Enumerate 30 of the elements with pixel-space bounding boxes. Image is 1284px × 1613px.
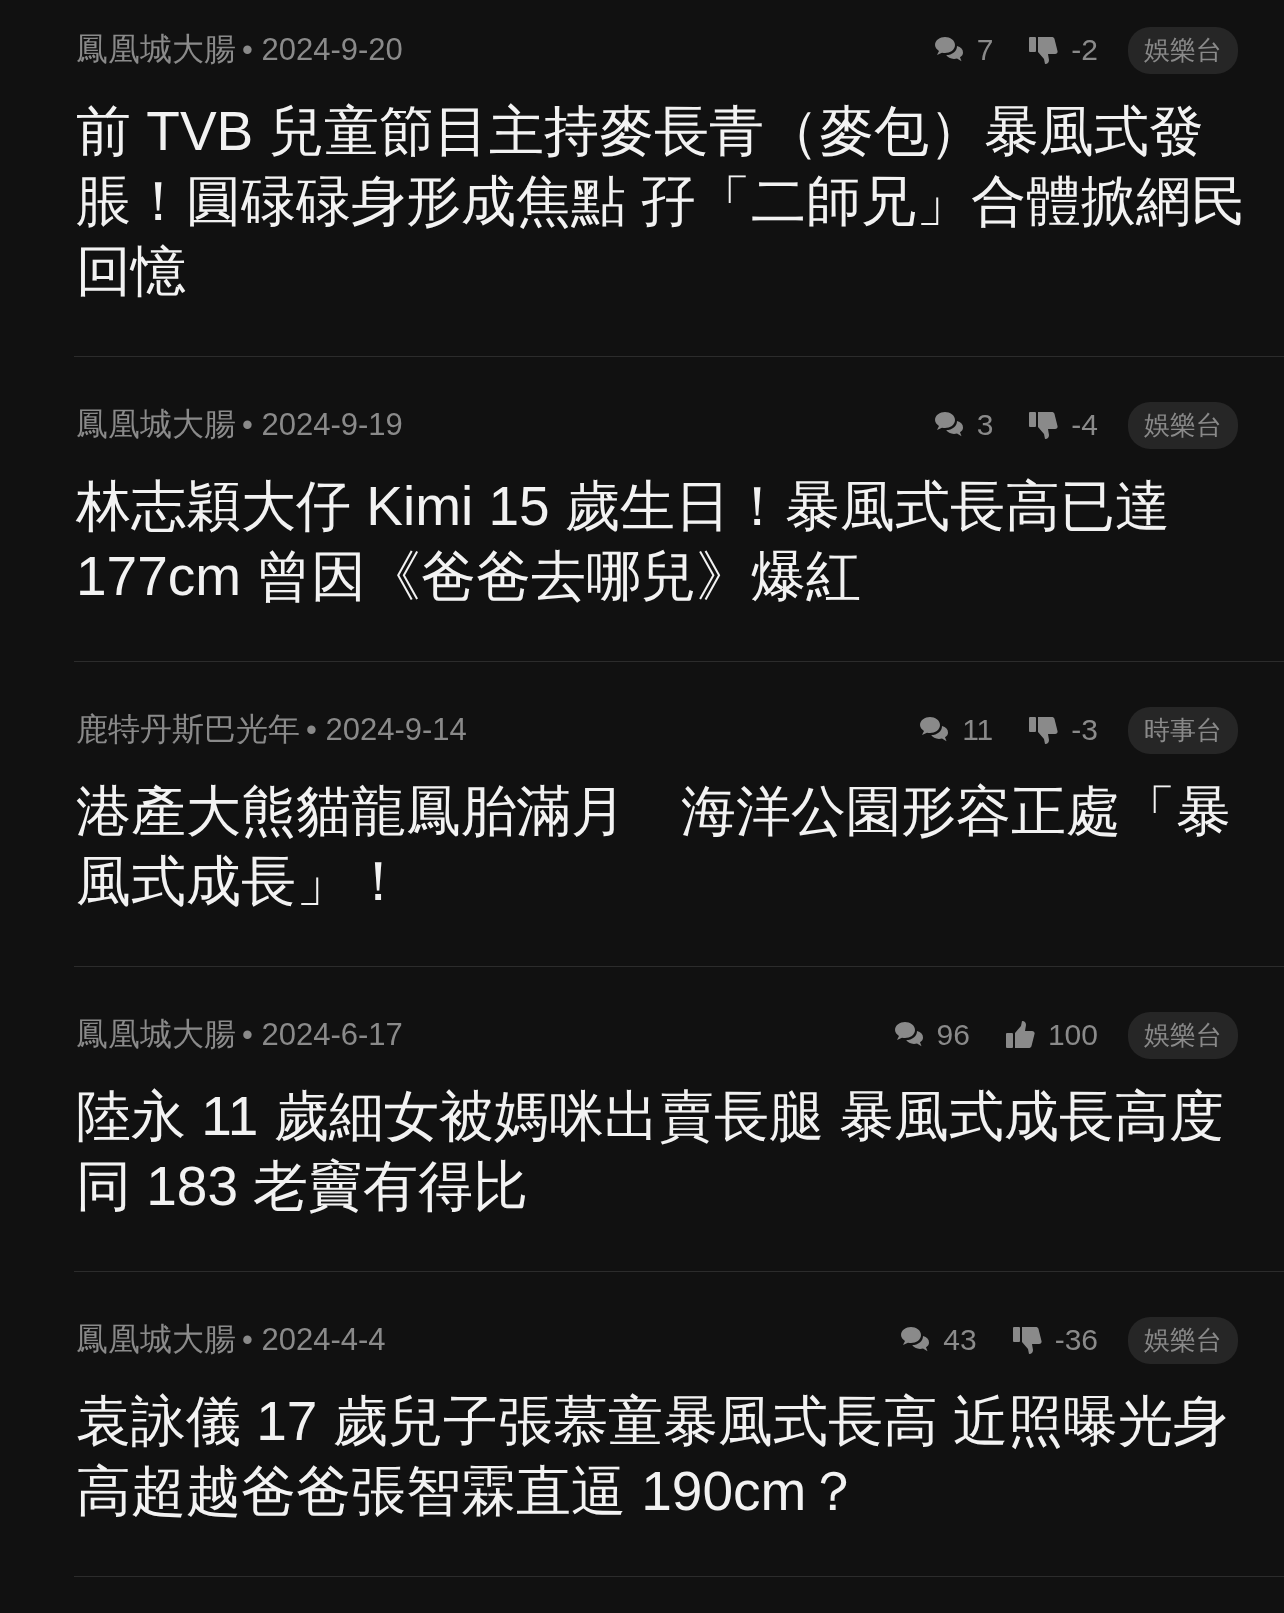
post-date: • 2024-9-14	[306, 712, 467, 748]
author-name[interactable]: 鳳凰城大腸	[76, 403, 236, 447]
category-tag[interactable]: 時事台	[1128, 706, 1238, 754]
comment-count: 7	[976, 33, 994, 67]
post-title[interactable]: 袁詠儀 17 歲兒子張慕童暴風式長高 近照曝光身高超越爸爸張智霖直逼 190cm？	[76, 1386, 1262, 1526]
author-name[interactable]: 鳳凰城大腸	[76, 1318, 236, 1362]
category-tag[interactable]: 娛樂台	[1128, 1316, 1238, 1364]
post-date: • 2024-9-20	[242, 32, 403, 68]
vote-count: -2	[1071, 33, 1098, 67]
category-tag[interactable]: 娛樂台	[1128, 401, 1238, 449]
vote-count: -3	[1071, 713, 1098, 747]
post-date: • 2024-6-17	[242, 1017, 403, 1053]
author-name[interactable]: 鹿特丹斯巴光年	[76, 708, 300, 752]
author-name[interactable]: 鳳凰城大腸	[76, 28, 236, 72]
category-tag[interactable]: 娛樂台	[1128, 26, 1238, 74]
post-title[interactable]: 前 TVB 兒童節目主持麥長青（麥包）暴風式發脹！圓碌碌身形成焦點 孖「二師兄」合體掀網民回憶	[76, 96, 1262, 306]
vote-count: -4	[1071, 408, 1098, 442]
post-title[interactable]: 陸永 11 歲細女被媽咪出賣長腿 暴風式成長高度同 183 老竇有得比	[76, 1081, 1262, 1221]
post-title[interactable]: 林志穎大仔 Kimi 15 歲生日！暴風式長高已達 177cm 曾因《爸爸去哪兒》爆紅	[76, 471, 1262, 611]
vote-count: 100	[1047, 1018, 1098, 1052]
post-date: • 2024-9-19	[242, 407, 403, 443]
author-name[interactable]: 鳳凰城大腸	[76, 1013, 236, 1057]
post-title[interactable]: 港產大熊貓龍鳳胎滿月 海洋公園形容正處「暴風式成長」！	[76, 776, 1262, 916]
comment-count: 96	[936, 1018, 970, 1052]
category-tag[interactable]: 娛樂台	[1128, 1011, 1238, 1059]
vote-count: -36	[1054, 1323, 1098, 1357]
comment-count: 43	[943, 1323, 977, 1357]
comment-count: 11	[962, 713, 994, 747]
post-date: • 2024-4-4	[242, 1322, 386, 1358]
comment-count: 3	[976, 408, 994, 442]
